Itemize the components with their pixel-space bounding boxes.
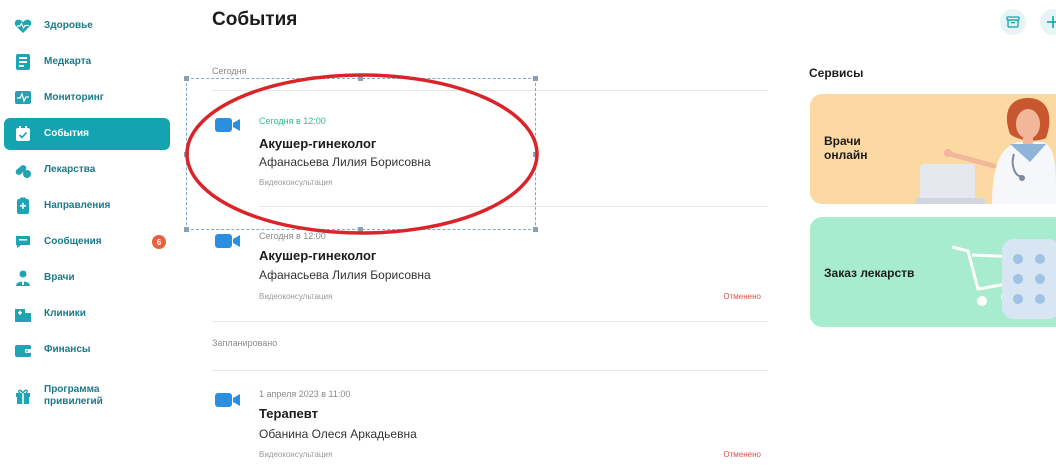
chat-icon <box>16 236 30 248</box>
sidebar-item-label: Медкарта <box>44 56 92 67</box>
event-specialty: Акушер-гинеколог <box>259 248 377 263</box>
service-card-label: Заказ лекарств <box>824 266 915 280</box>
service-card-doctors-online[interactable]: Врачи онлайн <box>810 94 1056 204</box>
event-doctor-name: Обанина Олеся Аркадьевна <box>259 427 417 441</box>
sidebar-item-label: События <box>44 128 89 139</box>
divider <box>212 370 768 371</box>
doctor-icon <box>16 270 30 286</box>
event-specialty: Терапевт <box>259 406 318 421</box>
sidebar-item-label: Направления <box>44 200 111 211</box>
sidebar-item-label: Здоровье <box>44 20 93 31</box>
page-title: События <box>212 9 298 30</box>
sidebar-item-clinics[interactable]: Клиники <box>4 298 170 330</box>
sidebar-item-monitoring[interactable]: Мониторинг <box>4 82 170 114</box>
service-card-order-medicines[interactable]: Заказ лекарств <box>810 217 1056 327</box>
annotation-ellipse <box>185 73 539 235</box>
archive-icon <box>1006 16 1020 28</box>
sidebar-item-referrals[interactable]: Направления <box>4 190 170 222</box>
section-label-planned: Запланировано <box>212 338 278 348</box>
clinic-icon <box>15 309 31 322</box>
archive-button[interactable] <box>1000 9 1026 35</box>
event-type: Видеоконсультация <box>259 450 333 459</box>
sidebar: Здоровье Медкарта Мониторинг События Лек… <box>0 0 178 472</box>
sidebar-item-doctors[interactable]: Врачи <box>4 262 170 294</box>
sidebar-item-finance[interactable]: Финансы <box>4 334 170 366</box>
sidebar-item-privileges[interactable]: Программа привилегий <box>4 380 170 412</box>
calendar-icon <box>16 126 30 141</box>
service-card-label: Врачи онлайн <box>824 134 868 162</box>
add-event-button[interactable] <box>1040 9 1056 35</box>
event-doctor-name: Афанасьева Лилия Борисовна <box>259 268 431 282</box>
event-datetime: 1 апреля 2023 в 11:00 <box>259 389 351 399</box>
wallet-icon <box>15 345 31 357</box>
event-type: Видеоконсультация <box>259 292 333 301</box>
video-camera-icon <box>215 393 240 407</box>
referral-icon <box>17 197 29 214</box>
event-status: Отменено <box>723 292 761 301</box>
plus-icon <box>1047 16 1056 28</box>
sidebar-item-events[interactable]: События <box>4 118 170 150</box>
sidebar-item-label: Финансы <box>44 344 91 355</box>
doctor-illustration-icon <box>915 98 1056 204</box>
event-status: Отменено <box>723 450 761 459</box>
sidebar-item-messages[interactable]: Сообщения 6 <box>4 226 170 258</box>
sidebar-item-medcard[interactable]: Медкарта <box>4 46 170 78</box>
pills-icon <box>15 165 31 178</box>
sidebar-item-label: Лекарства <box>44 164 96 175</box>
monitoring-icon <box>15 91 31 104</box>
sidebar-item-label: Врачи <box>44 272 75 283</box>
sidebar-item-label: Программа привилегий <box>44 384 103 407</box>
sidebar-item-label: Клиники <box>44 308 86 319</box>
services-title: Сервисы <box>809 66 864 80</box>
unread-badge: 6 <box>152 235 166 249</box>
divider <box>212 321 768 322</box>
shopping-cart-icon <box>951 239 1056 319</box>
heart-icon <box>14 19 32 33</box>
medical-card-icon <box>16 54 30 70</box>
sidebar-item-label: Сообщения <box>44 236 102 247</box>
sidebar-item-health[interactable]: Здоровье <box>4 10 170 42</box>
sidebar-item-label: Мониторинг <box>44 92 104 103</box>
gift-icon <box>16 389 30 404</box>
sidebar-item-medicines[interactable]: Лекарства <box>4 154 170 186</box>
